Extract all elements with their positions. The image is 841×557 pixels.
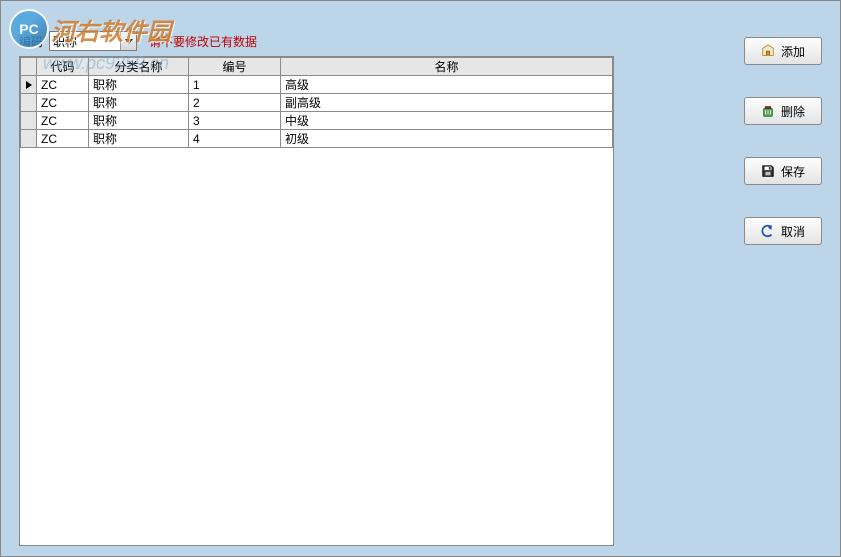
cell-number[interactable]: 1	[189, 76, 281, 94]
cancel-button[interactable]: 取消	[744, 217, 822, 245]
cell-number[interactable]: 3	[189, 112, 281, 130]
cell-code[interactable]: ZC	[37, 112, 89, 130]
delete-button[interactable]: 删除	[744, 97, 822, 125]
cell-name[interactable]: 中级	[281, 112, 613, 130]
chevron-down-icon[interactable]	[120, 32, 136, 50]
cell-category[interactable]: 职称	[89, 94, 189, 112]
cell-code[interactable]: ZC	[37, 94, 89, 112]
save-button[interactable]: 保存	[744, 157, 822, 185]
row-indicator	[21, 94, 37, 112]
cell-number[interactable]: 2	[189, 94, 281, 112]
table-row[interactable]: ZC职称3中级	[21, 112, 613, 130]
table-row[interactable]: ZC职称1高级	[21, 76, 613, 94]
add-icon	[761, 44, 775, 58]
category-combo-input[interactable]	[50, 32, 120, 50]
cell-code[interactable]: ZC	[37, 76, 89, 94]
data-grid[interactable]: 代码 分类名称 编号 名称 ZC职称1高级ZC职称2副高级ZC职称3中级ZC职称…	[19, 56, 614, 546]
table-row[interactable]: ZC职称4初级	[21, 130, 613, 148]
cell-name[interactable]: 高级	[281, 76, 613, 94]
category-combo[interactable]	[49, 31, 137, 51]
col-header-category[interactable]: 分类名称	[89, 58, 189, 76]
row-indicator	[21, 112, 37, 130]
warning-text: 请不要修改已有数据	[149, 33, 257, 50]
cancel-icon	[761, 224, 775, 238]
action-button-column: 添加 删除 保存 取消	[744, 37, 822, 245]
add-button[interactable]: 添加	[744, 37, 822, 65]
cancel-button-label: 取消	[781, 223, 805, 240]
col-header-code[interactable]: 代码	[37, 58, 89, 76]
cell-code[interactable]: ZC	[37, 130, 89, 148]
delete-button-label: 删除	[781, 103, 805, 120]
col-header-name[interactable]: 名称	[281, 58, 613, 76]
cell-category[interactable]: 职称	[89, 130, 189, 148]
row-indicator	[21, 130, 37, 148]
cell-category[interactable]: 职称	[89, 76, 189, 94]
grid-header-row: 代码 分类名称 编号 名称	[21, 58, 613, 76]
cell-name[interactable]: 初级	[281, 130, 613, 148]
cell-name[interactable]: 副高级	[281, 94, 613, 112]
cell-number[interactable]: 4	[189, 130, 281, 148]
cell-category[interactable]: 职称	[89, 112, 189, 130]
combo-label: 编码	[19, 33, 43, 50]
grid-corner	[21, 58, 37, 76]
filter-bar: 编码 请不要修改已有数据	[19, 31, 257, 51]
table-row[interactable]: ZC职称2副高级	[21, 94, 613, 112]
add-button-label: 添加	[781, 43, 805, 60]
current-row-pointer-icon	[26, 81, 32, 89]
delete-icon	[761, 104, 775, 118]
row-indicator	[21, 76, 37, 94]
col-header-number[interactable]: 编号	[189, 58, 281, 76]
save-button-label: 保存	[781, 163, 805, 180]
save-icon	[761, 164, 775, 178]
